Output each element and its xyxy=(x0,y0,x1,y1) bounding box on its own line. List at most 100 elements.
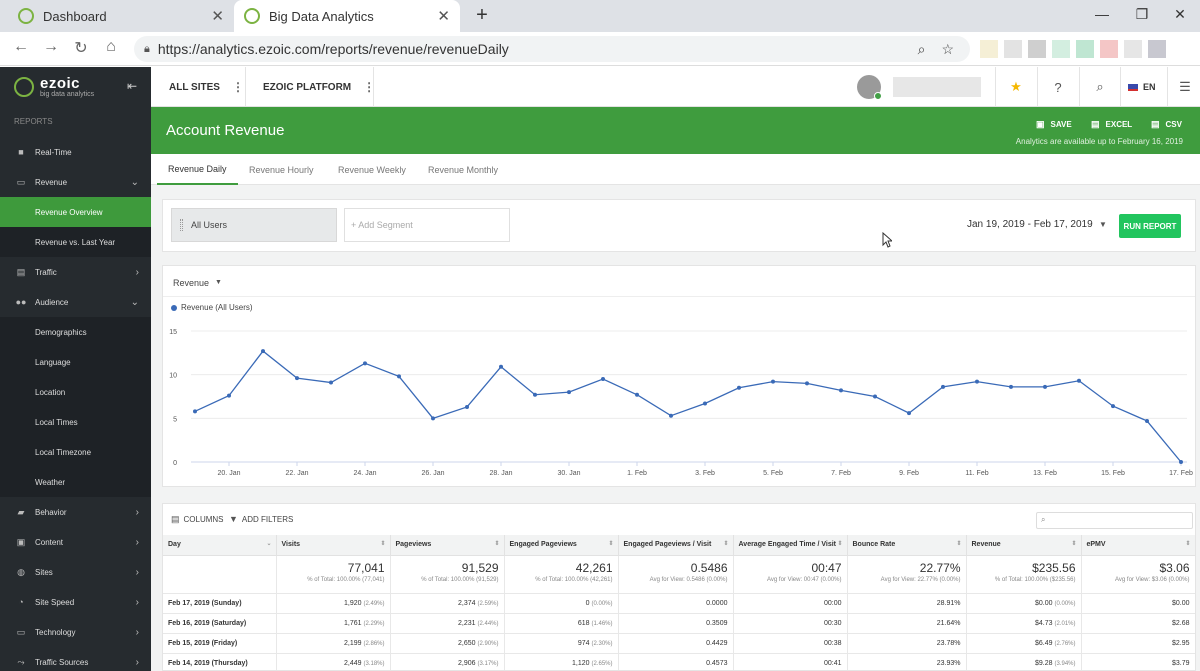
menu-list-icon[interactable]: ☰ xyxy=(1165,67,1200,107)
sidebar-item-content[interactable]: ▣ Content › xyxy=(0,527,151,557)
excel-export-button[interactable]: ▤ EXCEL xyxy=(1091,119,1132,130)
table-row[interactable]: Feb 14, 2019 (Thursday) 2,449 (3.18%) 2,90… xyxy=(163,653,1195,670)
platform-selector[interactable]: EZOIC PLATFORM ⋮ xyxy=(263,67,375,107)
date-range-picker[interactable]: Jan 19, 2019 - Feb 17, 2019 xyxy=(967,219,1093,230)
sidebar-item-demographics[interactable]: Demographics xyxy=(0,317,151,347)
back-arrow-icon[interactable]: ← xyxy=(10,38,32,56)
column-header-visits[interactable]: Visits ⇕ xyxy=(276,535,391,556)
data-point[interactable] xyxy=(295,376,299,381)
home-icon[interactable]: ⌂ xyxy=(100,38,122,56)
add-segment-button[interactable]: + Add Segment xyxy=(344,208,510,242)
column-header-average-engaged-time-visit[interactable]: Average Engaged Time / Visit ⇕ xyxy=(733,535,848,556)
close-window-button[interactable]: ✕ xyxy=(1162,6,1198,23)
help-icon[interactable]: ? xyxy=(1038,67,1078,107)
sort-icon[interactable]: ⇕ xyxy=(837,540,842,547)
browser-tab-big-data-analytics[interactable]: Big Data Analytics ✕ xyxy=(234,0,460,32)
sort-icon[interactable]: ⇕ xyxy=(608,540,613,547)
column-header-revenue[interactable]: Revenue ⇕ xyxy=(966,535,1082,556)
csv-export-button[interactable]: ▤ CSV xyxy=(1151,119,1182,130)
tab-revenue-hourly[interactable]: Revenue Hourly xyxy=(249,154,314,185)
column-header-bounce-rate[interactable]: Bounce Rate ⇕ xyxy=(847,535,967,556)
new-tab-button[interactable]: + xyxy=(470,4,494,27)
sidebar-item-traffic-sources[interactable]: ⤳ Traffic Sources › xyxy=(0,647,151,671)
data-point[interactable] xyxy=(669,413,673,418)
sidebar-item-local-times[interactable]: Local Times xyxy=(0,407,151,437)
data-point[interactable] xyxy=(363,361,367,366)
extension-icon[interactable] xyxy=(1100,40,1118,58)
search-icon[interactable]: ⌕ xyxy=(1080,67,1120,107)
close-tab-icon[interactable]: ✕ xyxy=(211,7,224,25)
caret-down-icon[interactable]: ▼ xyxy=(215,279,222,286)
forward-arrow-icon[interactable]: → xyxy=(40,38,62,56)
zoom-icon[interactable]: ⌕ xyxy=(918,41,926,58)
sidebar-item-local-timezone[interactable]: Local Timezone xyxy=(0,437,151,467)
url-text[interactable]: https://analytics.ezoic.com/reports/reve… xyxy=(158,41,918,57)
collapse-sidebar-icon[interactable]: ⇤ xyxy=(127,79,137,93)
column-header-engaged-pageviews[interactable]: Engaged Pageviews ⇕ xyxy=(504,535,619,556)
data-point[interactable] xyxy=(873,394,877,399)
column-header-engaged-pageviews-visit[interactable]: Engaged Pageviews / Visit ⇕ xyxy=(618,535,734,556)
data-point[interactable] xyxy=(805,381,809,386)
extension-icon[interactable] xyxy=(980,40,998,58)
segment-all-users[interactable]: All Users xyxy=(171,208,337,242)
drag-handle-icon[interactable] xyxy=(180,219,183,231)
data-point[interactable] xyxy=(635,392,639,397)
sort-icon[interactable]: ⇕ xyxy=(1185,540,1190,547)
data-point[interactable] xyxy=(771,379,775,384)
data-point[interactable] xyxy=(499,364,503,369)
sidebar-item-weather[interactable]: Weather xyxy=(0,467,151,497)
sidebar-item-sites[interactable]: ◍ Sites › xyxy=(0,557,151,587)
ezoic-logo[interactable]: ezoic big data analytics ⇤ xyxy=(0,67,151,107)
data-point[interactable] xyxy=(975,379,979,384)
extension-icon[interactable] xyxy=(1004,40,1022,58)
table-row[interactable]: Feb 15, 2019 (Friday) 2,199 (2.86%) 2,650 … xyxy=(163,633,1195,654)
data-point[interactable] xyxy=(1043,384,1047,389)
data-point[interactable] xyxy=(737,385,741,390)
data-point[interactable] xyxy=(567,390,571,395)
table-row[interactable]: Feb 17, 2019 (Sunday) 1,920 (2.49%) 2,374 … xyxy=(163,593,1195,614)
caret-down-icon[interactable]: ▼ xyxy=(1099,220,1107,229)
restore-button[interactable]: ❐ xyxy=(1124,6,1160,23)
save-button[interactable]: ▣ SAVE xyxy=(1036,119,1072,130)
data-point[interactable] xyxy=(329,380,333,385)
data-point[interactable] xyxy=(703,401,707,406)
minimize-button[interactable]: — xyxy=(1084,6,1120,22)
column-header-day[interactable]: Day ⌄ xyxy=(163,535,277,556)
tab-revenue-monthly[interactable]: Revenue Monthly xyxy=(428,154,498,185)
data-point[interactable] xyxy=(397,374,401,379)
column-header-epmv[interactable]: ePMV ⇕ xyxy=(1081,535,1195,556)
data-point[interactable] xyxy=(1077,378,1081,383)
run-report-button[interactable]: RUN REPORT xyxy=(1119,214,1181,238)
sidebar-item-revenue[interactable]: ▭ Revenue ⌄ xyxy=(0,167,151,197)
chart-legend[interactable]: Revenue (All Users) xyxy=(171,303,253,312)
extension-icon[interactable] xyxy=(1124,40,1142,58)
extension-icon[interactable] xyxy=(1052,40,1070,58)
data-point[interactable] xyxy=(261,349,265,354)
data-point[interactable] xyxy=(1145,418,1149,423)
data-point[interactable] xyxy=(907,411,911,416)
all-sites-selector[interactable]: ALL SITES ⋮ xyxy=(169,67,244,107)
reload-icon[interactable]: ↻ xyxy=(70,38,92,58)
chevron-down-icon[interactable]: ⌄ xyxy=(266,540,271,547)
data-point[interactable] xyxy=(227,393,231,398)
bookmark-star-icon[interactable]: ☆ xyxy=(941,41,954,58)
kebab-menu-icon[interactable]: ⋮ xyxy=(232,80,244,94)
tab-revenue-daily[interactable]: Revenue Daily xyxy=(157,154,238,185)
columns-button[interactable]: ▤ COLUMNS xyxy=(171,514,224,525)
sidebar-item-real-time[interactable]: ■ Real-Time xyxy=(0,137,151,167)
sidebar-item-language[interactable]: Language xyxy=(0,347,151,377)
sidebar-item-behavior[interactable]: ▰ Behavior › xyxy=(0,497,151,527)
data-point[interactable] xyxy=(431,416,435,421)
extension-icon[interactable] xyxy=(1076,40,1094,58)
data-point[interactable] xyxy=(533,392,537,397)
tab-revenue-weekly[interactable]: Revenue Weekly xyxy=(338,154,406,185)
table-search-input[interactable] xyxy=(1036,512,1193,529)
data-point[interactable] xyxy=(465,404,469,409)
sort-icon[interactable]: ⇕ xyxy=(723,540,728,547)
sidebar-item-traffic[interactable]: ▤ Traffic › xyxy=(0,257,151,287)
sidebar-item-revenue-vs-last-year[interactable]: Revenue vs. Last Year xyxy=(0,227,151,257)
table-row[interactable]: Feb 16, 2019 (Saturday) 1,761 (2.29%) 2,23… xyxy=(163,613,1195,634)
data-point[interactable] xyxy=(941,384,945,389)
language-selector[interactable]: EN xyxy=(1128,67,1156,107)
metric-selector[interactable]: Revenue xyxy=(173,278,209,288)
